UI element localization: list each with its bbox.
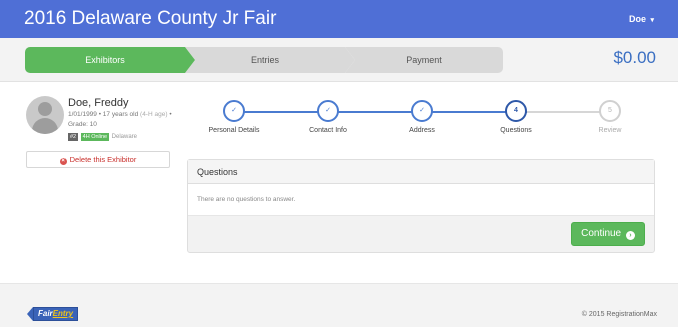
badge-4h-online: 4H Online xyxy=(80,133,110,141)
exhibitor-details: 1/01/1999 • 17 years old (4-H age) • Gra… xyxy=(68,110,176,130)
continue-button[interactable]: Continue › xyxy=(571,222,645,246)
progress-step-questions: 4 Questions xyxy=(476,100,556,134)
top-navbar: 2016 Delaware County Jr Fair Doe ▾ xyxy=(0,0,678,38)
progress-step-label[interactable]: Contact Info xyxy=(288,127,368,134)
arrow-right-circle-icon[interactable]: › xyxy=(625,231,635,240)
progress-step-label: Review xyxy=(598,127,622,134)
avatar-head xyxy=(38,102,52,116)
progress-step-label[interactable]: Personal Details xyxy=(194,127,274,134)
exhibitor-dob-age: 1/01/1999 • 17 years old xyxy=(68,111,139,118)
progress-step-label[interactable]: Address xyxy=(382,127,462,134)
user-menu[interactable]: Doe ▾ xyxy=(629,14,654,24)
progress-steps: ✓ Personal Details ✓ Contact Info ✓ Addr… xyxy=(200,100,656,140)
avatar-body xyxy=(32,118,58,134)
caret-down-icon[interactable]: ▾ xyxy=(650,17,654,24)
step-number: 5 xyxy=(599,100,621,122)
checkout-step-bar: Exhibitors Entries Payment $0.00 xyxy=(0,38,678,82)
exhibitor-badges: #2 4H Online Delaware xyxy=(68,133,137,142)
check-icon[interactable]: ✓ xyxy=(411,100,433,122)
exhibitor-age-note: (4-H age) xyxy=(140,111,168,118)
user-name[interactable]: Doe xyxy=(629,14,646,24)
remove-circle-icon[interactable]: × xyxy=(59,158,67,165)
logo-text-entry: Entry xyxy=(52,309,74,318)
progress-step-contact-info[interactable]: ✓ Contact Info xyxy=(288,100,368,134)
step-payment[interactable]: Payment xyxy=(345,47,503,73)
continue-label[interactable]: Continue xyxy=(581,228,621,239)
footer: FairEntry © 2015 RegistrationMax xyxy=(0,283,678,327)
questions-heading: Questions xyxy=(188,160,654,184)
questions-empty-message: There are no questions to answer. xyxy=(188,184,654,216)
logo-wordmark[interactable]: FairEntry xyxy=(33,307,79,321)
exhibitor-name: Doe, Freddy xyxy=(68,97,129,109)
logo-text-fair: Fair xyxy=(38,309,53,318)
checkout-steps: Exhibitors Entries Payment xyxy=(25,47,503,73)
badge-county: Delaware xyxy=(111,134,138,140)
avatar xyxy=(26,96,64,134)
page: 2016 Delaware County Jr Fair Doe ▾ Exhib… xyxy=(0,0,678,327)
progress-step-personal-details[interactable]: ✓ Personal Details xyxy=(194,100,274,134)
check-icon[interactable]: ✓ xyxy=(223,100,245,122)
copyright: © 2015 RegistrationMax xyxy=(581,311,657,318)
step-entries[interactable]: Entries xyxy=(185,47,355,73)
delete-exhibitor-label[interactable]: Delete this Exhibitor xyxy=(70,155,137,164)
badge-number: #2 xyxy=(68,133,79,141)
cart-total: $0.00 xyxy=(613,48,656,67)
delete-exhibitor-button[interactable]: × Delete this Exhibitor xyxy=(26,151,170,168)
app-title: 2016 Delaware County Jr Fair xyxy=(24,8,277,29)
check-icon[interactable]: ✓ xyxy=(317,100,339,122)
progress-step-label: Questions xyxy=(500,127,532,134)
step-exhibitors[interactable]: Exhibitors xyxy=(25,47,195,73)
progress-step-review: 5 Review xyxy=(570,100,650,134)
progress-step-address[interactable]: ✓ Address xyxy=(382,100,462,134)
questions-panel: Questions There are no questions to answ… xyxy=(187,159,655,253)
step-number: 4 xyxy=(505,100,527,122)
